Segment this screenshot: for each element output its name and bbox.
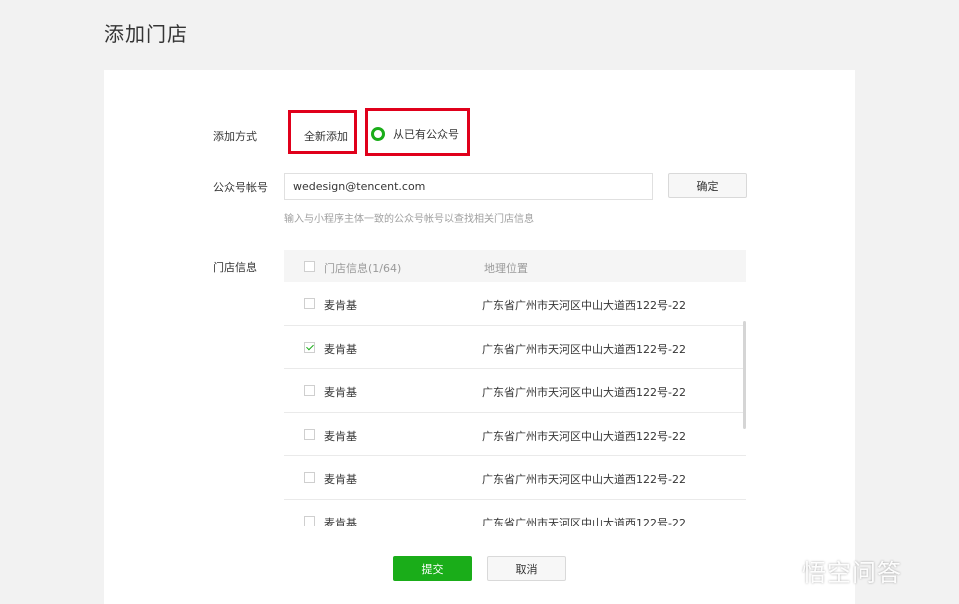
radio-selected-icon bbox=[371, 127, 385, 141]
radio-new-add[interactable]: 全新添加 bbox=[304, 128, 348, 144]
account-label: 公众号帐号 bbox=[213, 181, 268, 194]
watermark: 悟空问答 bbox=[762, 553, 902, 588]
page-title: 添加门店 bbox=[104, 22, 188, 46]
table-body: 麦肯基 广东省广州市天河区中山大道西122号-22 麦肯基 广东省广州市天河区中… bbox=[284, 282, 746, 526]
store-address: 广东省广州市天河区中山大道西122号-22 bbox=[482, 342, 686, 356]
row-checkbox[interactable] bbox=[304, 428, 315, 440]
table-row[interactable]: 麦肯基 广东省广州市天河区中山大道西122号-22 bbox=[284, 456, 746, 500]
store-address: 广东省广州市天河区中山大道西122号-22 bbox=[482, 429, 686, 443]
radio-from-existing[interactable]: 从已有公众号 bbox=[371, 126, 459, 142]
store-address: 广东省广州市天河区中山大道西122号-22 bbox=[482, 386, 686, 400]
submit-button[interactable]: 提交 bbox=[393, 556, 472, 581]
store-name: 麦肯基 bbox=[324, 299, 357, 312]
store-name: 麦肯基 bbox=[324, 473, 357, 487]
account-hint: 输入与小程序主体一致的公众号帐号以查找相关门店信息 bbox=[284, 214, 534, 225]
row-checkbox[interactable] bbox=[304, 385, 315, 397]
form-card: 添加方式 全新添加 从已有公众号 公众号帐号 确定 输入与小程序主体一致的公众号… bbox=[104, 70, 855, 604]
store-name: 麦肯基 bbox=[324, 342, 357, 356]
store-address: 广东省广州市天河区中山大道西122号-22 bbox=[482, 516, 686, 526]
table-row[interactable]: 麦肯基 广东省广州市天河区中山大道西122号-22 bbox=[284, 326, 746, 370]
confirm-button[interactable]: 确定 bbox=[668, 173, 747, 198]
store-info-label: 门店信息 bbox=[213, 261, 257, 274]
radio-new-add-label: 全新添加 bbox=[304, 130, 348, 143]
store-name: 麦肯基 bbox=[324, 429, 357, 443]
cancel-button[interactable]: 取消 bbox=[487, 556, 566, 581]
row-checkbox[interactable] bbox=[304, 472, 315, 484]
table-scrollbar[interactable] bbox=[743, 321, 746, 429]
table-row[interactable]: 麦肯基 广东省广州市天河区中山大道西122号-22 bbox=[284, 413, 746, 457]
watermark-text: 悟空问答 bbox=[802, 559, 902, 587]
row-checkbox-checked[interactable] bbox=[304, 341, 315, 353]
row-checkbox[interactable] bbox=[304, 515, 315, 526]
account-input[interactable] bbox=[284, 173, 653, 200]
table-row[interactable]: 麦肯基 广东省广州市天河区中山大道西122号-22 bbox=[284, 282, 746, 326]
store-table: 门店信息(1/64) 地理位置 麦肯基 广东省广州市天河区中山大道西122号-2… bbox=[284, 250, 746, 526]
header-store-info: 门店信息(1/64) bbox=[324, 262, 402, 275]
method-label: 添加方式 bbox=[213, 130, 257, 143]
store-address: 广东省广州市天河区中山大道西122号-22 bbox=[482, 299, 686, 312]
radio-from-existing-label: 从已有公众号 bbox=[393, 128, 459, 141]
header-location: 地理位置 bbox=[484, 262, 528, 275]
table-row[interactable]: 麦肯基 广东省广州市天河区中山大道西122号-22 bbox=[284, 500, 746, 526]
chat-bubble-icon bbox=[762, 558, 796, 584]
store-name: 麦肯基 bbox=[324, 386, 357, 400]
store-address: 广东省广州市天河区中山大道西122号-22 bbox=[482, 473, 686, 487]
store-name: 麦肯基 bbox=[324, 516, 357, 526]
table-header: 门店信息(1/64) 地理位置 bbox=[284, 250, 746, 282]
select-all-checkbox[interactable] bbox=[304, 261, 315, 272]
row-checkbox[interactable] bbox=[304, 298, 315, 309]
table-row[interactable]: 麦肯基 广东省广州市天河区中山大道西122号-22 bbox=[284, 369, 746, 413]
